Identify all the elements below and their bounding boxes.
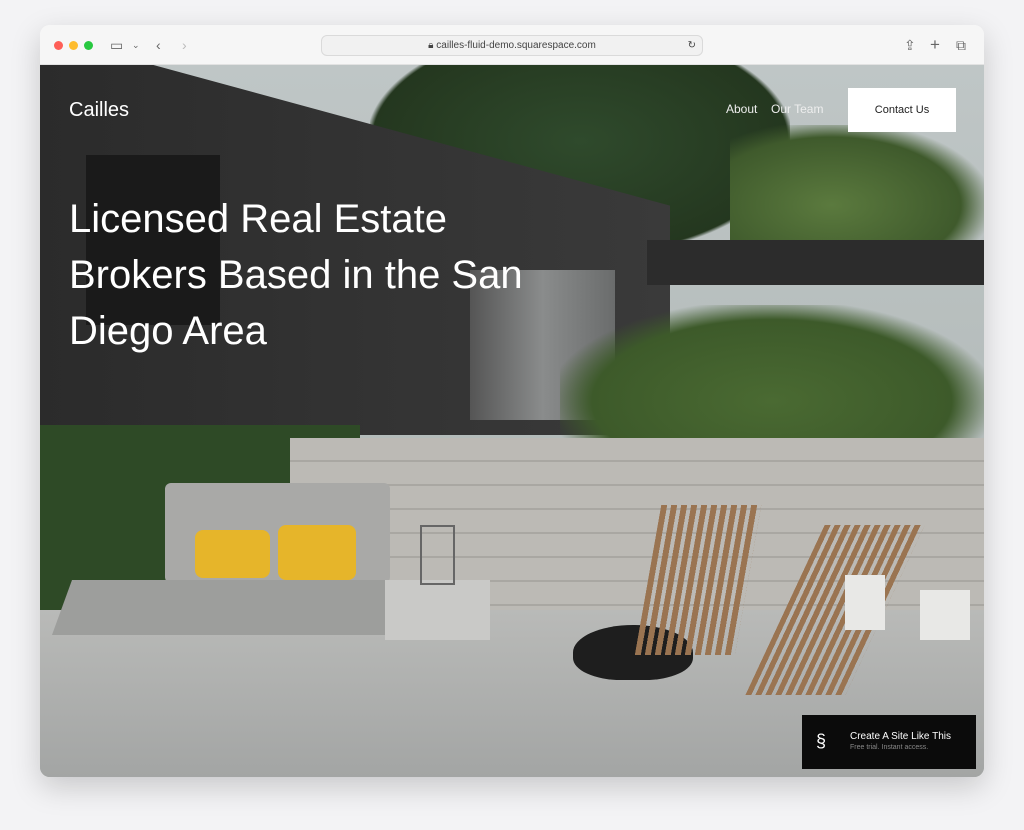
badge-title: Create A Site Like This [850,731,951,742]
nav-about[interactable]: About [726,102,757,116]
hero-headline: Licensed Real Estate Brokers Based in th… [69,197,523,353]
tabs-overview-icon[interactable]: ⧉ [956,36,966,54]
sidebar-icon[interactable]: ▭ [110,36,123,54]
building-annex [647,240,984,285]
address-bar[interactable]: 🔒︎ cailles-fluid-demo.squarespace.com ↻ [321,35,703,56]
hero-section: Cailles About Our Team Contact Us Licens… [40,65,984,777]
close-window-button[interactable] [54,41,63,50]
maximize-window-button[interactable] [84,41,93,50]
planter [845,575,885,630]
squarespace-badge[interactable]: § Create A Site Like This Free trial. In… [802,715,976,769]
browser-window: ▭ ⌄ ‹ › 🔒︎ cailles-fluid-demo.squarespac… [40,25,984,777]
badge-subtitle: Free trial. Instant access. [850,744,929,751]
yellow-pillow [195,530,270,578]
minimize-window-button[interactable] [69,41,78,50]
squarespace-logo-icon: § [816,731,827,751]
browser-toolbar: ▭ ⌄ ‹ › 🔒︎ cailles-fluid-demo.squarespac… [40,25,984,65]
forward-icon[interactable]: › [182,36,187,54]
back-icon[interactable]: ‹ [156,36,161,54]
url-text: cailles-fluid-demo.squarespace.com [436,40,596,51]
lantern [420,525,455,585]
contact-us-button[interactable]: Contact Us [848,88,956,132]
planter [920,590,970,640]
reload-icon[interactable]: ↻ [688,36,696,55]
side-table [385,580,490,640]
nav-our-team[interactable]: Our Team [771,102,823,116]
site-logo[interactable]: Cailles [69,99,129,122]
chevron-down-icon[interactable]: ⌄ [132,36,140,54]
share-icon[interactable]: ⇪ [904,36,916,54]
lounger-seat [51,580,413,635]
yellow-pillow [278,525,356,580]
new-tab-icon[interactable]: + [930,36,940,54]
